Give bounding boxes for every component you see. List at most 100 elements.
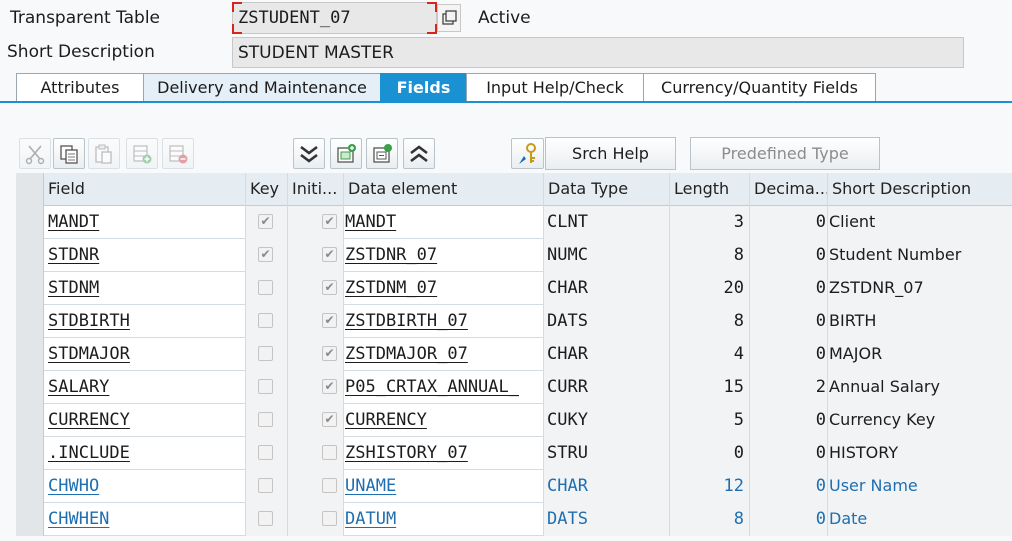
tab-delivery-and-maintenance[interactable]: Delivery and Maintenance	[143, 73, 380, 102]
expand-all-icon	[300, 145, 318, 163]
initial-values-checkbox[interactable]: ✔	[322, 313, 337, 328]
column-header-decimals[interactable]: Decima...	[750, 173, 828, 206]
key-checkbox[interactable]: ✔	[258, 214, 273, 229]
key-checkbox[interactable]	[258, 379, 273, 394]
row-selector[interactable]	[16, 404, 44, 437]
table-row[interactable]: STDNR ✔ ✔ ZSTDNR_07 NUMC 8 0 Student Number	[16, 239, 1012, 272]
field-name-cell[interactable]: SALARY	[44, 371, 246, 404]
data-element-cell[interactable]: ZSTDNM_07	[344, 272, 544, 305]
key-checkbox[interactable]	[258, 280, 273, 295]
data-element-cell[interactable]: DATUM	[344, 503, 544, 536]
initial-values-checkbox[interactable]: ✔	[322, 247, 337, 262]
initial-values-checkbox[interactable]	[322, 478, 337, 493]
key-checkbox[interactable]	[258, 511, 273, 526]
data-element-cell[interactable]: ZSTDNR_07	[344, 239, 544, 272]
key-checkbox[interactable]	[258, 313, 273, 328]
key-checkbox[interactable]	[258, 445, 273, 460]
data-element-cell[interactable]: CURRENCY	[344, 404, 544, 437]
row-selector[interactable]	[16, 371, 44, 404]
table-name-field[interactable]: ZSTUDENT_07	[232, 2, 437, 34]
initial-values-checkbox[interactable]: ✔	[322, 379, 337, 394]
initial-values-checkbox-cell	[288, 503, 344, 536]
column-header-length[interactable]: Length	[670, 173, 750, 206]
key-checkbox-cell: ✔	[246, 206, 288, 239]
key-button[interactable]	[511, 138, 544, 169]
field-name-cell[interactable]: CHWHEN	[44, 503, 246, 536]
cut-button[interactable]	[19, 138, 51, 169]
row-selector[interactable]	[16, 305, 44, 338]
row-selector[interactable]	[16, 239, 44, 272]
data-element-cell[interactable]: MANDT	[344, 206, 544, 239]
field-name-cell[interactable]: STDNR	[44, 239, 246, 272]
field-name-cell[interactable]: .INCLUDE	[44, 437, 246, 470]
table-row[interactable]: STDBIRTH ✔ ZSTDBIRTH_07 DATS 8 0 BIRTH	[16, 305, 1012, 338]
data-element-cell[interactable]: ZSHISTORY_07	[344, 437, 544, 470]
row-selector[interactable]	[16, 503, 44, 536]
column-header-initial[interactable]: Initi...	[288, 173, 344, 206]
insert-row-button[interactable]	[126, 138, 158, 169]
column-header-field[interactable]: Field	[44, 173, 246, 206]
table-row[interactable]: .INCLUDE ZSHISTORY_07 STRU 0 0 HISTORY	[16, 437, 1012, 470]
tab-underline	[0, 101, 1012, 103]
key-checkbox[interactable]	[258, 412, 273, 427]
row-selector[interactable]	[16, 206, 44, 239]
initial-values-checkbox[interactable]: ✔	[322, 214, 337, 229]
decimals-cell: 0	[750, 305, 828, 338]
field-name-cell[interactable]: MANDT	[44, 206, 246, 239]
new-entry-button[interactable]	[330, 138, 362, 169]
insert-row-icon	[133, 144, 152, 163]
initial-values-checkbox[interactable]: ✔	[322, 412, 337, 427]
short-description-field[interactable]: STUDENT MASTER	[232, 37, 964, 68]
table-row[interactable]: SALARY ✔ P05_CRTAX_ANNUAL_ CURR 15 2 Annual Sa…	[16, 371, 1012, 404]
row-selector[interactable]	[16, 437, 44, 470]
tab-input-help-check[interactable]: Input Help/Check	[466, 73, 643, 102]
data-type-cell: DATS	[544, 503, 670, 536]
paste-button[interactable]	[88, 138, 120, 169]
key-checkbox[interactable]	[258, 478, 273, 493]
field-name-cell[interactable]: STDBIRTH	[44, 305, 246, 338]
column-header-data-element[interactable]: Data element	[344, 173, 544, 206]
table-row[interactable]: MANDT ✔ ✔ MANDT CLNT 3 0 Client	[16, 206, 1012, 239]
short-description-cell: User Name	[828, 470, 1012, 503]
field-name-cell[interactable]: CURRENCY	[44, 404, 246, 437]
table-row[interactable]: CHWHEN DATUM DATS 8 0 Date	[16, 503, 1012, 536]
table-row[interactable]: CHWHO UNAME CHAR 12 0 User Name	[16, 470, 1012, 503]
detail-button[interactable]	[366, 138, 398, 169]
tab-fields[interactable]: Fields	[380, 73, 466, 102]
value-help-button[interactable]	[437, 4, 461, 32]
column-header-data-type[interactable]: Data Type	[544, 173, 670, 206]
data-element-cell[interactable]: ZSTDBIRTH_07	[344, 305, 544, 338]
data-element-cell[interactable]: UNAME	[344, 470, 544, 503]
column-header-key[interactable]: Key	[246, 173, 288, 206]
field-name-cell[interactable]: CHWHO	[44, 470, 246, 503]
select-all-cell[interactable]	[16, 173, 44, 206]
tab-attributes[interactable]: Attributes	[16, 73, 143, 102]
key-checkbox[interactable]: ✔	[258, 247, 273, 262]
table-row[interactable]: CURRENCY ✔ CURRENCY CUKY 5 0 Currency Key	[16, 404, 1012, 437]
initial-values-checkbox[interactable]	[322, 511, 337, 526]
field-name-cell[interactable]: STDMAJOR	[44, 338, 246, 371]
field-name-cell[interactable]: STDNM	[44, 272, 246, 305]
column-header-short-description[interactable]: Short Description	[828, 173, 1012, 206]
row-selector[interactable]	[16, 338, 44, 371]
data-element-cell[interactable]: P05_CRTAX_ANNUAL_	[344, 371, 544, 404]
initial-values-checkbox[interactable]: ✔	[322, 346, 337, 361]
tab-currency-quantity-fields[interactable]: Currency/Quantity Fields	[643, 73, 876, 102]
row-selector[interactable]	[16, 470, 44, 503]
expand-all-button[interactable]	[293, 138, 325, 169]
search-help-button[interactable]: Srch Help	[545, 137, 676, 170]
copy-button[interactable]	[53, 138, 85, 169]
delete-row-button[interactable]	[162, 138, 194, 169]
key-icon	[518, 142, 536, 164]
copy-icon	[60, 144, 78, 164]
row-selector[interactable]	[16, 272, 44, 305]
predefined-type-button[interactable]: Predefined Type	[690, 137, 880, 170]
short-description-cell: Client	[828, 206, 1012, 239]
collapse-all-button[interactable]	[403, 138, 435, 169]
key-checkbox[interactable]	[258, 346, 273, 361]
table-row[interactable]: STDNM ✔ ZSTDNM_07 CHAR 20 0 ZSTDNR_07	[16, 272, 1012, 305]
initial-values-checkbox[interactable]	[322, 445, 337, 460]
data-element-cell[interactable]: ZSTDMAJOR_07	[344, 338, 544, 371]
table-row[interactable]: STDMAJOR ✔ ZSTDMAJOR_07 CHAR 4 0 MAJOR	[16, 338, 1012, 371]
initial-values-checkbox[interactable]: ✔	[322, 280, 337, 295]
